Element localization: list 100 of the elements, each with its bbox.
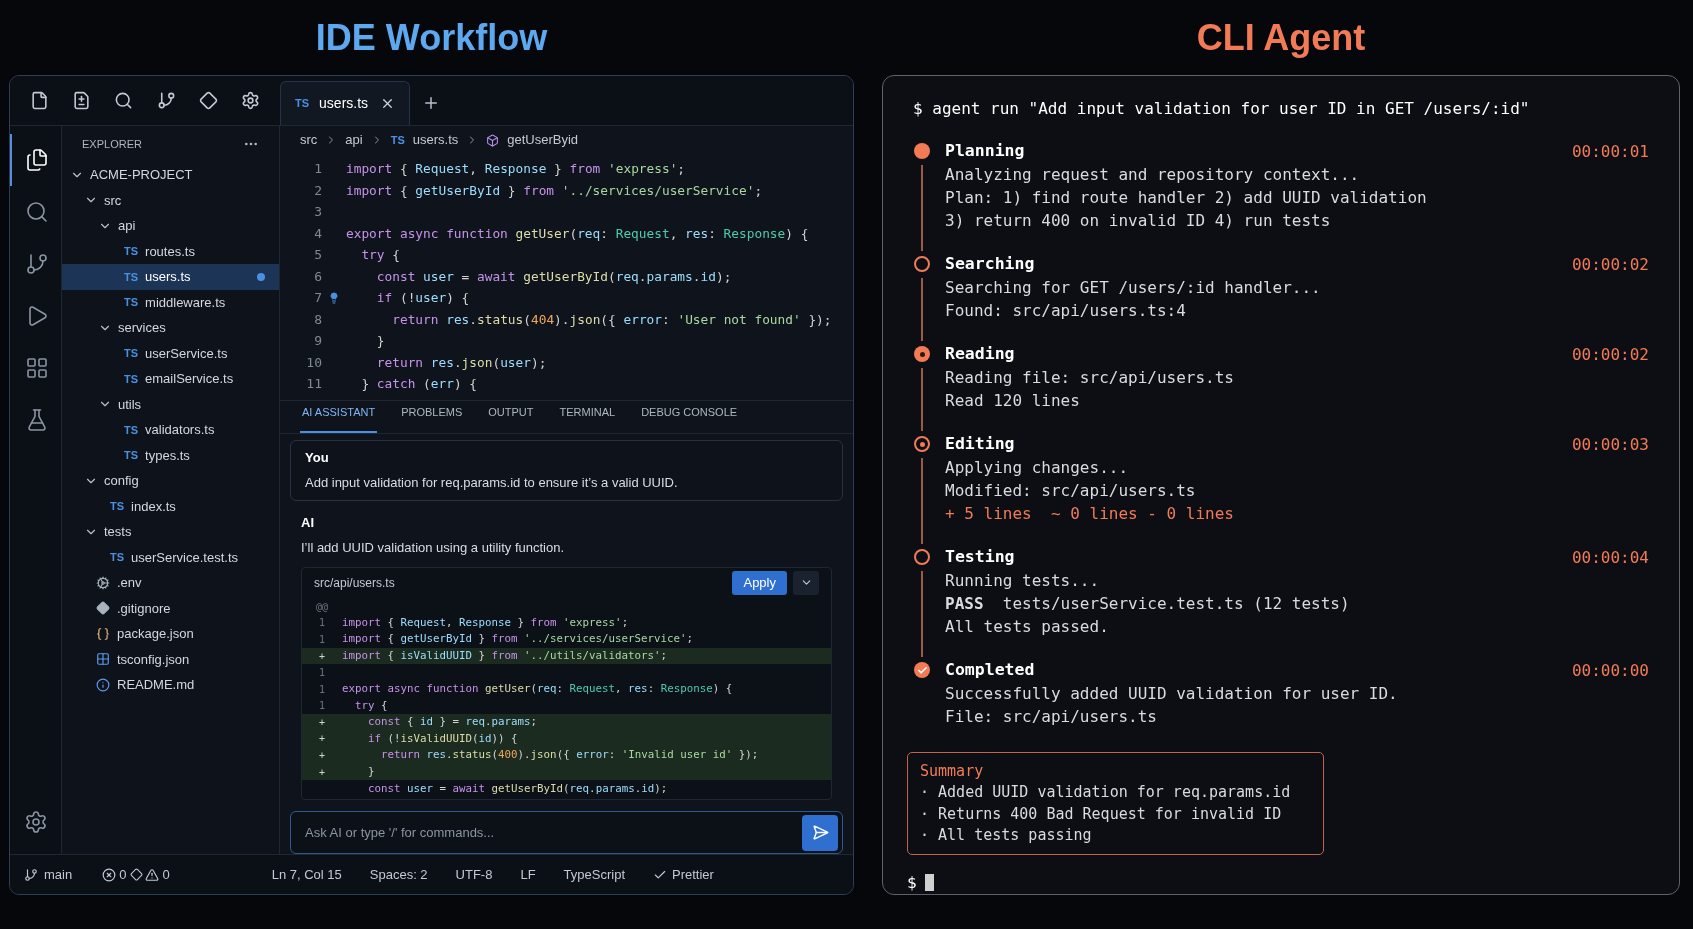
- file-row[interactable]: package.json: [62, 621, 279, 647]
- diff-marker: 1: [319, 682, 325, 697]
- folder-name[interactable]: ACME-PROJECT: [90, 165, 193, 185]
- summary-item: · Returns 400 Bad Request for invalid ID: [920, 803, 1283, 825]
- line-number: 11: [305, 375, 322, 393]
- chat-input[interactable]: Ask AI or type '/' for commands...: [290, 811, 843, 854]
- info-icon: [96, 677, 110, 692]
- code-line: import { getUserById } from '../services/userService';: [342, 631, 694, 648]
- code-line: const user = await getUserById(req.params.id);: [367, 780, 668, 797]
- diamond-icon: [130, 868, 144, 881]
- code-line: try {: [354, 697, 388, 714]
- status-item[interactable]: Ln 7, Col 15: [271, 864, 342, 885]
- file-type-label: TS: [390, 132, 405, 148]
- warning-count[interactable]: 0: [162, 864, 170, 885]
- status-item[interactable]: LF: [520, 864, 536, 885]
- file-name: validators.ts: [145, 421, 215, 439]
- log-line: Applying changes...: [945, 457, 1130, 479]
- search-icon[interactable]: [114, 91, 134, 110]
- folder-name[interactable]: api: [118, 216, 136, 236]
- file-name: types.ts: [145, 446, 190, 465]
- file-row[interactable]: TS emailService.ts: [62, 366, 279, 392]
- status-item[interactable]: UTF-8: [455, 864, 493, 885]
- branch-icon[interactable]: [24, 252, 49, 276]
- file-row[interactable]: TS routes.ts: [62, 238, 279, 264]
- ide-heading: IDE Workflow: [315, 15, 548, 60]
- panel-tab[interactable]: AI ASSISTANT: [300, 404, 378, 433]
- folder-name[interactable]: src: [104, 190, 122, 210]
- file-icon[interactable]: [29, 91, 49, 110]
- folder-name[interactable]: utils: [118, 394, 142, 414]
- log-line: Successfully added UUID validation for user ID.: [945, 683, 1399, 705]
- file-row[interactable]: .env: [62, 570, 279, 596]
- diff-marker: 1: [319, 666, 325, 681]
- file-name: package.json: [117, 625, 194, 643]
- dropdown-button[interactable]: [793, 570, 819, 595]
- line-number: 10: [305, 353, 322, 372]
- folder-name[interactable]: config: [104, 471, 139, 491]
- formatter-status[interactable]: Prettier: [672, 864, 714, 885]
- folder-name[interactable]: services: [118, 318, 166, 338]
- file-type-label: TS: [110, 499, 125, 514]
- panel-tab[interactable]: TERMINAL: [557, 404, 618, 433]
- gear-icon[interactable]: [241, 91, 261, 110]
- log-line: Searching for GET /users/:id handler...: [945, 277, 1322, 299]
- file-row[interactable]: TS userService.test.ts: [62, 544, 279, 570]
- message-author: AI: [301, 513, 315, 532]
- step-title: Planning: [945, 140, 1025, 163]
- input-field[interactable]: Ask AI or type '/' for commands...: [305, 822, 802, 843]
- log-line: 3) return 400 on invalid ID 4) run tests: [945, 210, 1332, 232]
- branch-icon[interactable]: [156, 91, 176, 110]
- file-row[interactable]: README.md: [62, 672, 279, 698]
- line-number: 4: [313, 224, 322, 243]
- file-row[interactable]: TS index.ts: [62, 493, 279, 519]
- file-row[interactable]: TS types.ts: [62, 442, 279, 468]
- gear-icon: [96, 575, 110, 590]
- diff-marker: @@: [315, 599, 328, 614]
- code-line: const { id } = req.params;: [367, 714, 538, 731]
- panel-tab[interactable]: OUTPUT: [486, 404, 536, 433]
- send-button[interactable]: [802, 814, 838, 851]
- branch-name[interactable]: main: [44, 864, 73, 885]
- file-diff-icon[interactable]: [72, 91, 91, 110]
- editor-tab[interactable]: TS users.ts: [280, 81, 410, 125]
- breadcrumb-item[interactable]: api: [345, 130, 363, 150]
- new-tab-icon[interactable]: [422, 94, 440, 112]
- folder-name[interactable]: tests: [104, 522, 132, 542]
- cli-heading: CLI Agent: [1196, 15, 1366, 60]
- close-icon[interactable]: [380, 96, 395, 111]
- extensions-icon[interactable]: [24, 356, 49, 380]
- panel-tab[interactable]: PROBLEMS: [399, 404, 465, 433]
- file-row[interactable]: tsconfig.json: [62, 646, 279, 672]
- error-icon: [102, 867, 117, 882]
- files-icon[interactable]: [24, 148, 49, 172]
- file-type-label: TS: [295, 96, 310, 112]
- apply-button[interactable]: Apply: [732, 570, 787, 595]
- log-line: Analyzing request and repository context...: [945, 164, 1361, 186]
- status-item[interactable]: TypeScript: [563, 864, 626, 885]
- diamond-icon[interactable]: [198, 91, 218, 110]
- file-row[interactable]: TS userService.ts: [62, 340, 279, 366]
- file-name: middleware.ts: [145, 293, 226, 312]
- lightbulb-icon[interactable]: [328, 291, 340, 304]
- message-author: You: [305, 448, 330, 467]
- file-name: .gitignore: [117, 599, 171, 618]
- file-row[interactable]: .gitignore: [62, 595, 279, 621]
- error-count[interactable]: 0: [119, 864, 127, 885]
- file-row[interactable]: TS middleware.ts: [62, 289, 279, 315]
- breadcrumb-item[interactable]: src: [300, 130, 318, 150]
- file-name: routes.ts: [145, 242, 195, 261]
- settings-icon[interactable]: [23, 810, 48, 834]
- search-icon[interactable]: [24, 200, 49, 224]
- log-line: File: src/api/users.ts: [945, 706, 1158, 728]
- breadcrumb-item[interactable]: getUserByid: [507, 130, 579, 150]
- panel-tab[interactable]: DEBUG CONSOLE: [639, 404, 740, 433]
- file-name: index.ts: [131, 497, 176, 516]
- file-type-label: TS: [124, 422, 139, 438]
- diff-stat: + 5 lines ~ 0 lines - 0 lines: [945, 503, 1235, 525]
- status-item[interactable]: Spaces: 2: [369, 864, 428, 885]
- code-line: }: [367, 764, 375, 781]
- file-row[interactable]: TS users.ts: [62, 264, 279, 290]
- diff-marker: +: [319, 732, 325, 747]
- diamond-icon: [96, 601, 110, 616]
- breadcrumb-item[interactable]: users.ts: [412, 130, 459, 150]
- file-row[interactable]: TS validators.ts: [62, 417, 279, 443]
